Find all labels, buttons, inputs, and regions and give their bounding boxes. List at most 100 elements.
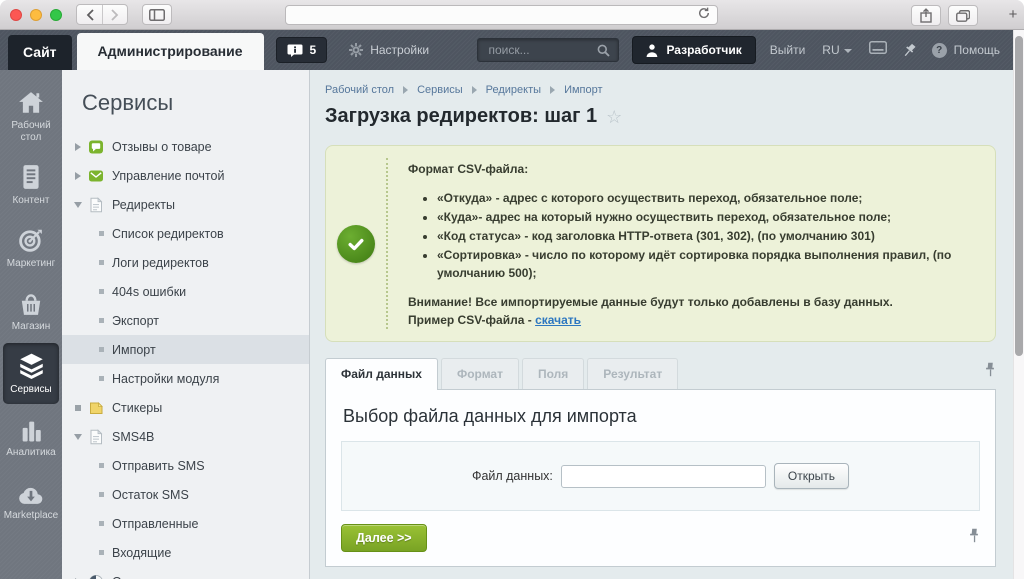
dock-item-cloud[interactable]: Marketplace — [0, 469, 62, 530]
menu-item[interactable]: Управление почтой — [62, 161, 309, 190]
notifications-badge[interactable]: 5 — [276, 37, 328, 63]
section-title: Выбор файла данных для импорта — [326, 390, 995, 431]
close-window-button[interactable] — [10, 9, 22, 21]
dot-marker-icon — [97, 521, 112, 526]
help-button[interactable]: ? Помощь — [932, 43, 1000, 58]
site-tab[interactable]: Сайт — [8, 35, 72, 70]
developer-label: Разработчик — [666, 43, 741, 57]
download-link[interactable]: скачать — [535, 313, 581, 327]
minimize-window-button[interactable] — [30, 9, 42, 21]
menu-item[interactable]: Опросы — [62, 567, 309, 579]
logout-link[interactable]: Выйти — [770, 43, 806, 57]
tab-overview-button[interactable] — [948, 5, 978, 26]
menu-item-label: Редиректы — [112, 198, 175, 212]
menu-item[interactable]: Экспорт — [62, 306, 309, 335]
menu-item-label: 404s ошибки — [112, 285, 186, 299]
address-bar[interactable] — [285, 5, 718, 25]
dock-item-content[interactable]: Контент — [0, 154, 62, 215]
next-button[interactable]: Далее >> — [341, 524, 427, 552]
basket-icon — [18, 288, 44, 316]
menu-item-label: Отправить SMS — [112, 459, 205, 473]
open-file-button[interactable]: Открыть — [774, 463, 849, 489]
scrollbar[interactable] — [1013, 30, 1024, 579]
dot-marker-icon — [97, 347, 112, 352]
menu-item[interactable]: Входящие — [62, 538, 309, 567]
page-title: Загрузка редиректов: шаг 1 ☆ — [325, 105, 996, 128]
search-box — [477, 38, 619, 62]
admin-tab[interactable]: Администрирование — [77, 33, 264, 70]
window-controls — [10, 9, 62, 21]
developer-button[interactable]: Разработчик — [632, 36, 755, 64]
forward-button[interactable] — [102, 5, 127, 24]
breadcrumb-separator-icon — [472, 86, 477, 94]
tab-disabled: Формат — [441, 358, 519, 389]
new-tab-button[interactable]: + — [1004, 6, 1022, 23]
tabs-pin-button[interactable] — [985, 362, 996, 382]
language-label: RU — [822, 43, 839, 57]
breadcrumb-separator-icon — [550, 86, 555, 94]
main-content: Рабочий стол Сервисы Редиректы Импорт Загру… — [310, 70, 1024, 579]
menu-item[interactable]: Отправить SMS — [62, 451, 309, 480]
menu-item-label: Логи редиректов — [112, 256, 209, 270]
breadcrumb-link[interactable]: Сервисы — [417, 84, 463, 96]
sidebar-toggle-button[interactable] — [142, 4, 172, 25]
admin-topbar: Сайт Администрирование 5 Настройки Разра… — [0, 30, 1024, 70]
menu-item-label: Настройки модуля — [112, 372, 219, 386]
target-icon — [18, 225, 44, 253]
info-box-title: Формат CSV-файла: — [408, 160, 975, 178]
reload-icon[interactable] — [698, 6, 710, 24]
info-box-warning: Внимание! Все импортируемые данные будут… — [408, 293, 975, 311]
gear-icon — [349, 43, 363, 57]
menu-item[interactable]: Стикеры — [62, 393, 309, 422]
settings-button[interactable]: Настройки — [349, 43, 429, 57]
dock-item-home[interactable]: Рабочий стол — [0, 79, 62, 152]
back-button[interactable] — [77, 5, 102, 24]
pin-panel-button[interactable] — [900, 41, 918, 60]
tab-disabled: Поля — [522, 358, 584, 389]
dock-item-label: Рабочий стол — [2, 120, 60, 144]
breadcrumb-link[interactable]: Рабочий стол — [325, 84, 394, 96]
menu-item[interactable]: Импорт — [62, 335, 309, 364]
language-selector[interactable]: RU — [822, 43, 851, 57]
breadcrumb-link[interactable]: Импорт — [564, 84, 602, 96]
menu-item-label: Входящие — [112, 546, 171, 560]
menu-item[interactable]: Редиректы — [62, 190, 309, 219]
menu-item[interactable]: Логи редиректов — [62, 248, 309, 277]
dock-item-basket[interactable]: Магазин — [0, 280, 62, 341]
info-bullet: «Код статуса» - код заголовка HTTP-ответ… — [437, 227, 975, 245]
dock: Рабочий стол КонтентМаркетингМагазинСерви… — [0, 70, 62, 579]
buttons-pin-button[interactable] — [969, 528, 980, 548]
info-box-example: Пример CSV-файла - скачать — [408, 311, 975, 329]
favorite-star-icon[interactable]: ☆ — [606, 108, 622, 126]
dock-item-bars[interactable]: Аналитика — [0, 406, 62, 467]
search-input[interactable] — [486, 42, 597, 58]
chrome-right-buttons — [911, 5, 978, 26]
dock-item-label: Аналитика — [6, 447, 56, 459]
expanded-marker-icon — [68, 434, 88, 440]
notification-bubble-icon — [287, 44, 303, 57]
menu-item[interactable]: 404s ошибки — [62, 277, 309, 306]
breadcrumb-link[interactable]: Редиректы — [486, 84, 541, 96]
breadcrumb: Рабочий стол Сервисы Редиректы Импорт — [325, 84, 996, 96]
file-input[interactable] — [561, 465, 766, 488]
menu-item[interactable]: Отзывы о товаре — [62, 132, 309, 161]
menu-item[interactable]: Список редиректов — [62, 219, 309, 248]
help-label: Помощь — [954, 43, 1000, 57]
leaf-marker-icon — [68, 405, 88, 411]
dock-item-layers[interactable]: Сервисы — [3, 343, 59, 404]
dock-item-target[interactable]: Маркетинг — [0, 217, 62, 278]
scrollbar-thumb[interactable] — [1015, 36, 1023, 356]
hotkeys-button[interactable] — [869, 41, 887, 59]
share-button[interactable] — [911, 5, 941, 26]
zoom-window-button[interactable] — [50, 9, 62, 21]
tab-active[interactable]: Файл данных — [325, 358, 438, 390]
menu-item-label: Список редиректов — [112, 227, 224, 241]
menu-item[interactable]: Остаток SMS — [62, 480, 309, 509]
info-box-bullets: «Откуда» - адрес с которого осуществить … — [408, 189, 975, 282]
menu-item[interactable]: Настройки модуля — [62, 364, 309, 393]
menu-item[interactable]: Отправленные — [62, 509, 309, 538]
content-icon — [20, 162, 42, 190]
pushpin-icon — [900, 41, 918, 60]
menu-item[interactable]: SMS4B — [62, 422, 309, 451]
dot-marker-icon — [97, 492, 112, 497]
